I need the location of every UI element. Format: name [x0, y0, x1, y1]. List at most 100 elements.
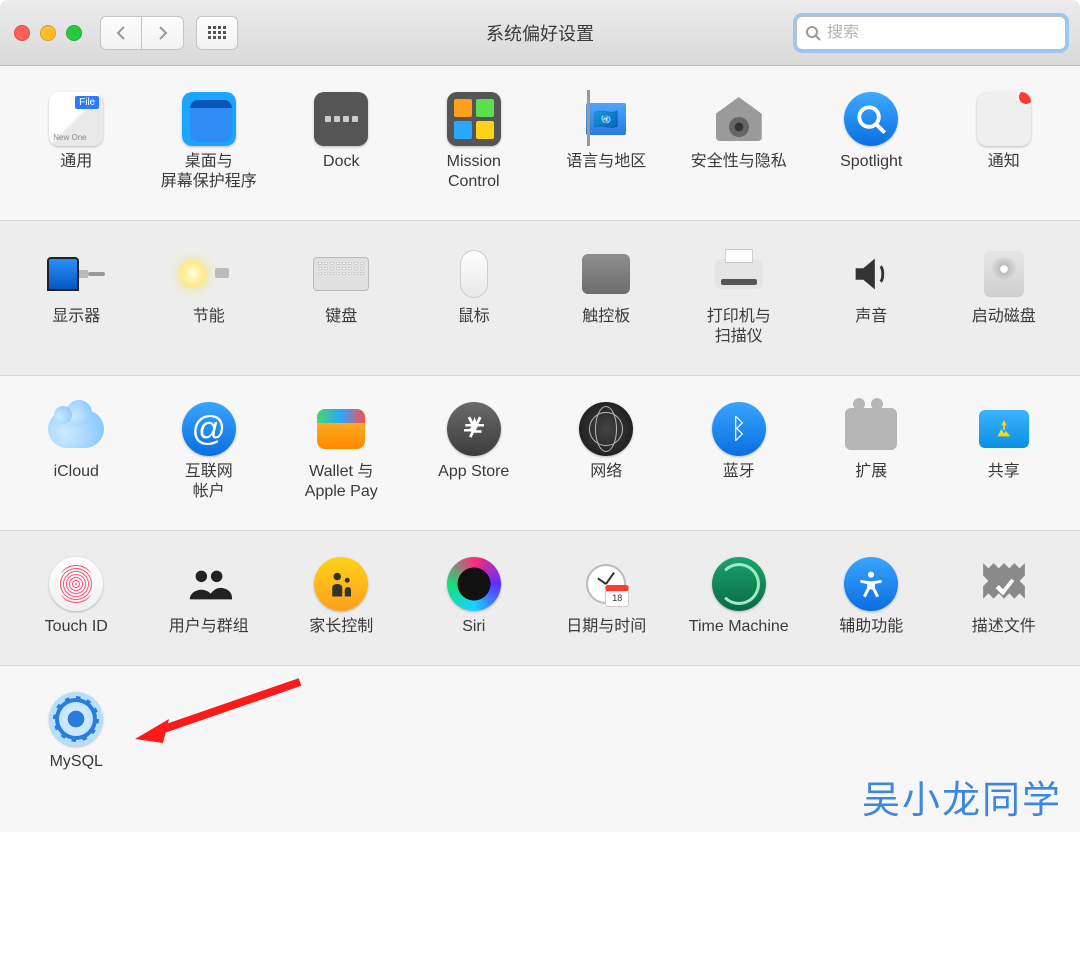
maximize-button[interactable]: [66, 25, 82, 41]
pref-language[interactable]: 🇺🇳 语言与地区: [540, 90, 673, 192]
pref-profiles[interactable]: 描述文件: [938, 555, 1071, 637]
pref-label: 启动磁盘: [972, 307, 1036, 327]
accessibility-icon: [844, 557, 898, 611]
pref-touchid[interactable]: Touch ID: [10, 555, 143, 637]
pref-sharing[interactable]: 共享: [938, 400, 1071, 502]
displays-icon: [47, 245, 105, 303]
parental-controls-icon: [314, 557, 368, 611]
energy-saver-icon: [180, 245, 238, 303]
pref-row-5: MySQL 吴小龙同学: [0, 666, 1080, 832]
icloud-icon: [47, 400, 105, 458]
mission-control-icon: [447, 92, 501, 146]
pref-general[interactable]: FileNew One 通用: [10, 90, 143, 192]
dock-icon: [314, 92, 368, 146]
pref-mouse[interactable]: 鼠标: [408, 245, 541, 347]
pref-label: Siri: [462, 617, 485, 637]
pref-label: Dock: [323, 152, 359, 172]
pref-label: 蓝牙: [723, 462, 755, 482]
search-input[interactable]: [827, 24, 1057, 42]
profiles-icon: [975, 555, 1033, 613]
pref-label: 日期与时间: [566, 617, 646, 637]
pref-wallet[interactable]: Wallet 与 Apple Pay: [275, 400, 408, 502]
mysql-icon: [49, 692, 103, 746]
time-machine-icon: [712, 557, 766, 611]
pref-timemachine[interactable]: Time Machine: [673, 555, 806, 637]
forward-button[interactable]: [142, 16, 184, 50]
close-button[interactable]: [14, 25, 30, 41]
chevron-left-icon: [115, 25, 127, 41]
pref-label: App Store: [438, 462, 509, 482]
search-field[interactable]: [796, 16, 1066, 50]
pref-desktop[interactable]: 桌面与 屏幕保护程序: [143, 90, 276, 192]
mouse-icon: [445, 245, 503, 303]
pref-startup-disk[interactable]: 启动磁盘: [938, 245, 1071, 347]
pref-label: 扩展: [855, 462, 887, 482]
minimize-button[interactable]: [40, 25, 56, 41]
pref-printers[interactable]: 打印机与 扫描仪: [673, 245, 806, 347]
pref-trackpad[interactable]: 触控板: [540, 245, 673, 347]
sharing-icon: [975, 400, 1033, 458]
pref-network[interactable]: 网络: [540, 400, 673, 502]
pref-label: Time Machine: [689, 617, 789, 637]
siri-icon: [447, 557, 501, 611]
date-time-icon: 18: [577, 555, 635, 613]
pref-label: 通用: [60, 152, 92, 172]
pref-spotlight[interactable]: Spotlight: [805, 90, 938, 192]
pref-security[interactable]: 安全性与隐私: [673, 90, 806, 192]
pref-internet-accounts[interactable]: @ 互联网 帐户: [143, 400, 276, 502]
security-icon: [710, 90, 768, 148]
pref-label: 互联网 帐户: [185, 462, 233, 502]
pref-row-3: iCloud @ 互联网 帐户 Wallet 与 Apple Pay App S…: [0, 376, 1080, 531]
pref-label: iCloud: [54, 462, 99, 482]
wallet-icon: [312, 400, 370, 458]
system-preferences-window: 系统偏好设置 FileNew One 通用 桌面与 屏幕保护程序 Dock Mi…: [0, 0, 1080, 832]
pref-sound[interactable]: 声音: [805, 245, 938, 347]
pref-bluetooth[interactable]: ᛒ 蓝牙: [673, 400, 806, 502]
back-button[interactable]: [100, 16, 142, 50]
appstore-icon: [447, 402, 501, 456]
pref-notifications[interactable]: 通知: [938, 90, 1071, 192]
pref-parental[interactable]: 家长控制: [275, 555, 408, 637]
bluetooth-icon: ᛒ: [712, 402, 766, 456]
pref-accessibility[interactable]: 辅助功能: [805, 555, 938, 637]
internet-accounts-icon: @: [182, 402, 236, 456]
pref-users[interactable]: 用户与群组: [143, 555, 276, 637]
pref-label: 家长控制: [309, 617, 373, 637]
pref-extensions[interactable]: 扩展: [805, 400, 938, 502]
pref-siri[interactable]: Siri: [408, 555, 541, 637]
pref-row-4: Touch ID 用户与群组 家长控制 Siri 18 日期与时间 Time M…: [0, 531, 1080, 666]
search-icon: [805, 25, 821, 41]
show-all-button[interactable]: [196, 16, 238, 50]
pref-label: 显示器: [52, 307, 100, 327]
pref-label: 语言与地区: [566, 152, 646, 172]
pref-datetime[interactable]: 18 日期与时间: [540, 555, 673, 637]
keyboard-icon: [313, 257, 369, 291]
pref-label: 声音: [855, 307, 887, 327]
users-icon: [180, 555, 238, 613]
language-icon: 🇺🇳: [577, 90, 635, 148]
pref-mysql[interactable]: MySQL: [10, 690, 143, 772]
pref-dock[interactable]: Dock: [275, 90, 408, 192]
pref-label: 描述文件: [972, 617, 1036, 637]
trackpad-icon: [577, 245, 635, 303]
pref-label: 用户与群组: [169, 617, 249, 637]
pref-label: 网络: [590, 462, 622, 482]
pref-label: Touch ID: [45, 617, 108, 637]
notifications-icon: [977, 92, 1031, 146]
pref-label: 键盘: [325, 307, 357, 327]
pref-keyboard[interactable]: 键盘: [275, 245, 408, 347]
pref-label: MySQL: [50, 752, 103, 772]
pref-mission-control[interactable]: Mission Control: [408, 90, 541, 192]
pref-appstore[interactable]: App Store: [408, 400, 541, 502]
pref-icloud[interactable]: iCloud: [10, 400, 143, 502]
pref-energy[interactable]: 节能: [143, 245, 276, 347]
window-controls: [14, 25, 82, 41]
pref-label: 通知: [988, 152, 1020, 172]
pref-label: 鼠标: [458, 307, 490, 327]
annotation-arrow: [135, 677, 305, 747]
sound-icon: [842, 245, 900, 303]
pref-label: Spotlight: [840, 152, 902, 172]
pref-displays[interactable]: 显示器: [10, 245, 143, 347]
chevron-right-icon: [157, 25, 169, 41]
grid-icon: [208, 26, 226, 39]
